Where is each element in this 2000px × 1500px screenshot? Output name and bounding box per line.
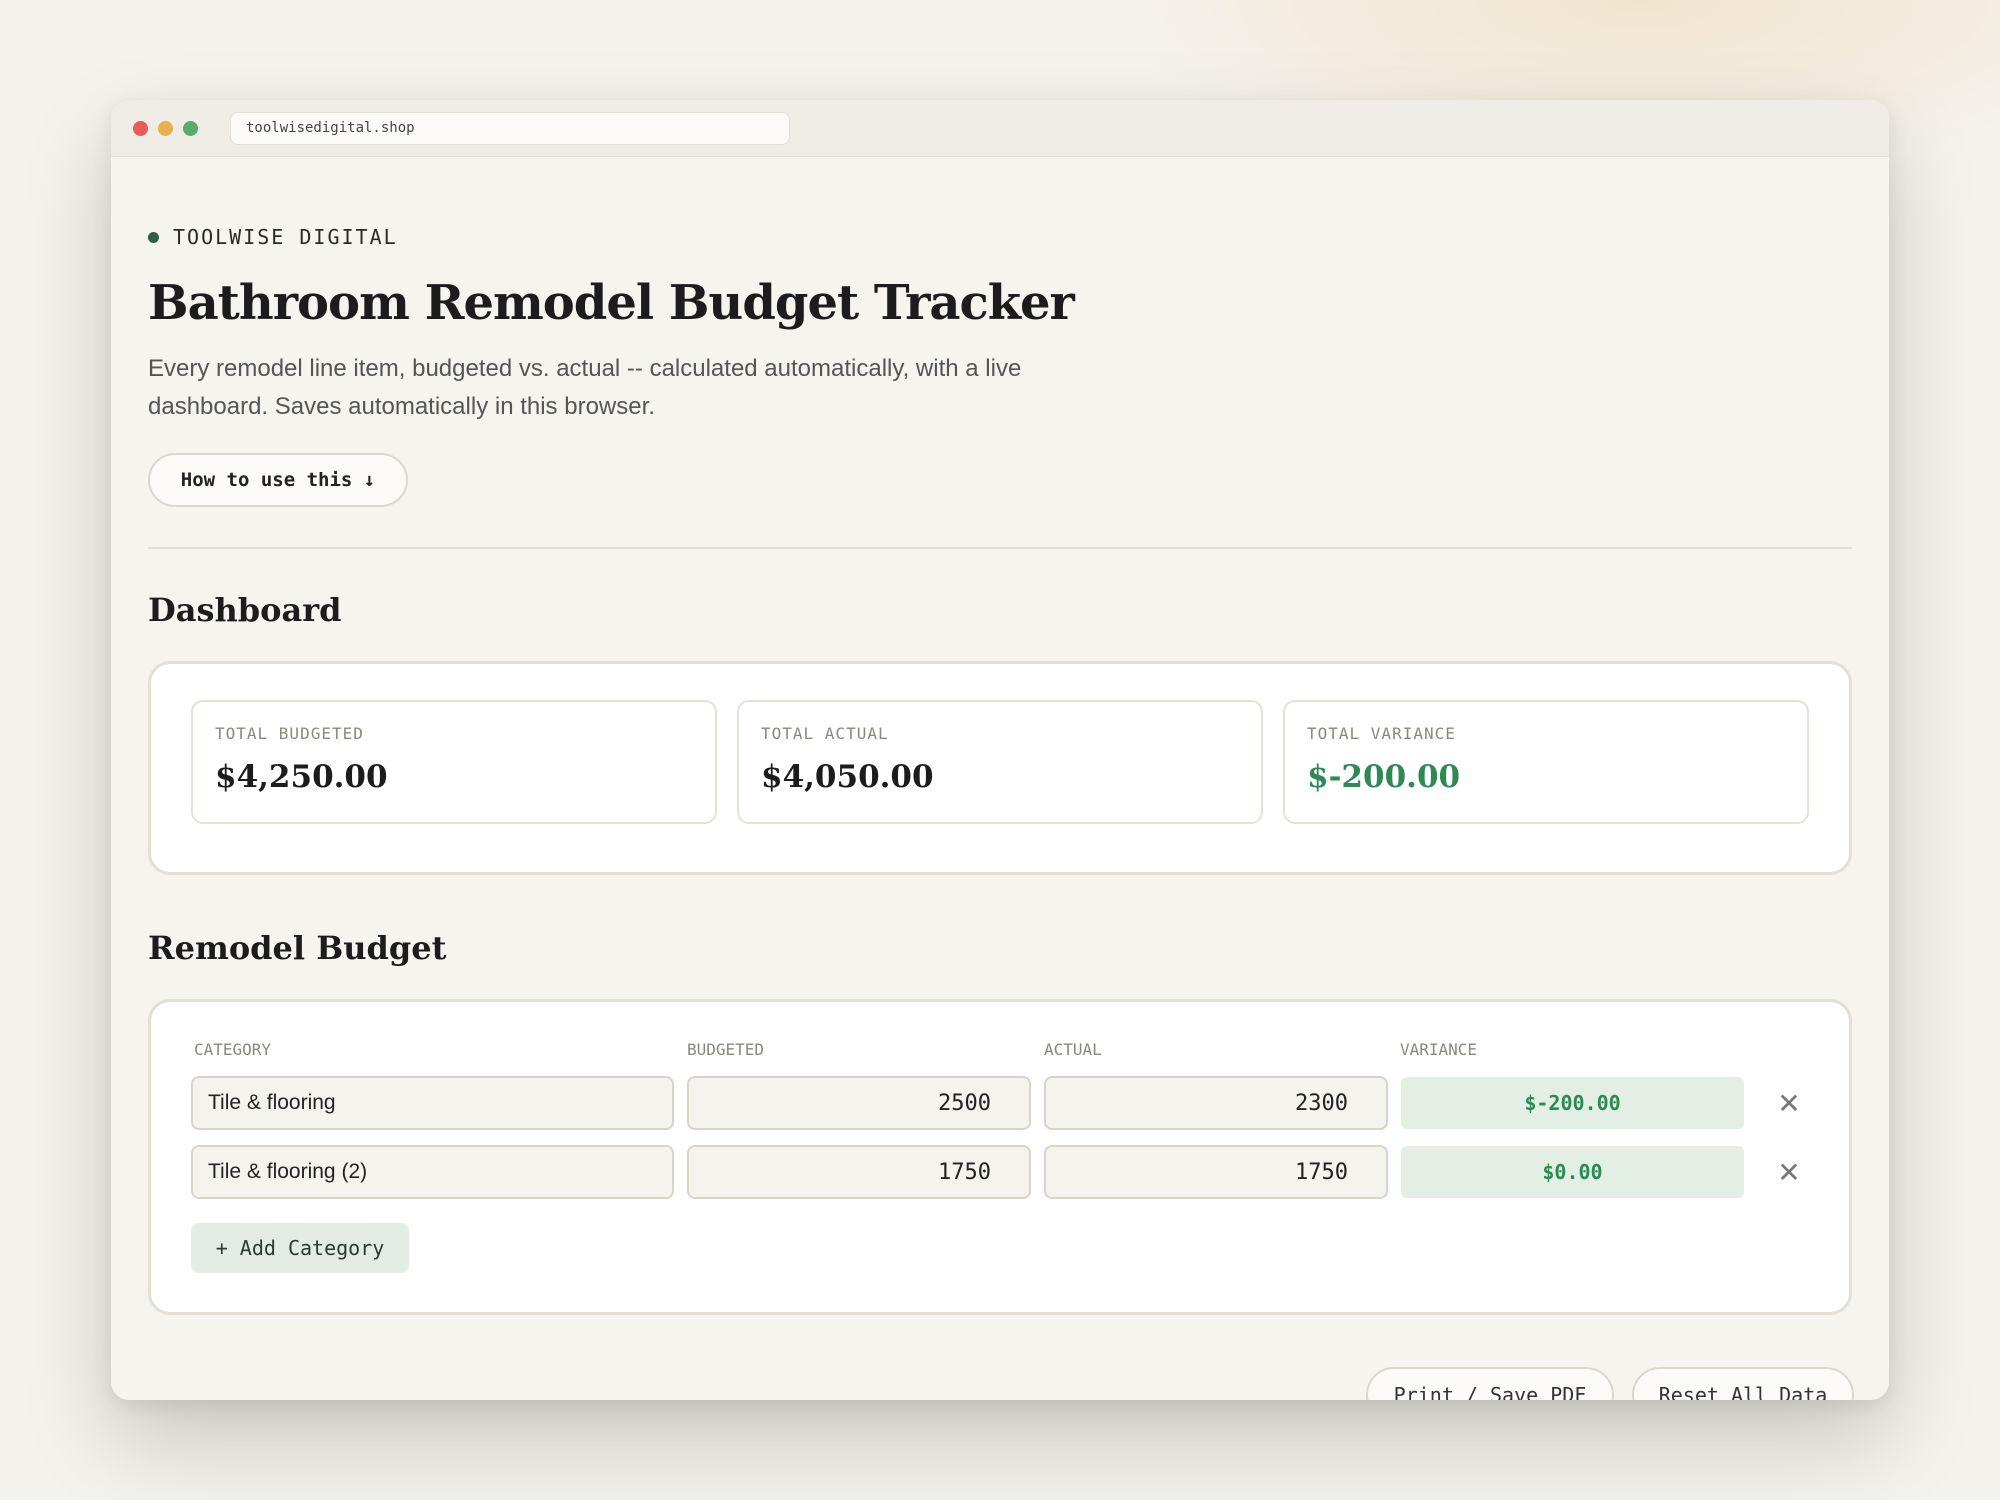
actual-input[interactable]: 1750 [1044, 1145, 1388, 1199]
budget-panel: CATEGORY BUDGETED ACTUAL VARIANCE Tile &… [148, 999, 1852, 1315]
print-save-pdf-button[interactable]: Print / Save PDF [1366, 1367, 1614, 1400]
maximize-window-dot[interactable] [183, 120, 198, 136]
stat-value: $-200.00 [1307, 759, 1461, 795]
stat-label: TOTAL BUDGETED [215, 724, 364, 743]
remodel-budget-heading: Remodel Budget [148, 929, 447, 967]
remove-row-icon[interactable]: ✕ [1774, 1157, 1804, 1188]
how-to-use-button[interactable]: How to use this ↓ [148, 453, 408, 507]
close-window-dot[interactable] [133, 120, 148, 136]
budgeted-input[interactable]: 1750 [687, 1145, 1031, 1199]
column-header-actual: ACTUAL [1044, 1040, 1102, 1059]
page-subtitle: Every remodel line item, budgeted vs. ac… [148, 355, 1022, 420]
dashboard-heading: Dashboard [148, 591, 342, 629]
remove-row-icon[interactable]: ✕ [1774, 1088, 1804, 1119]
stat-value: $4,050.00 [761, 759, 934, 795]
address-bar[interactable]: toolwisedigital.shop [230, 111, 790, 145]
minimize-window-dot[interactable] [158, 120, 173, 136]
actual-input[interactable]: 2300 [1044, 1076, 1388, 1130]
budgeted-input[interactable]: 2500 [687, 1076, 1031, 1130]
brand: TOOLWISE DIGITAL [148, 225, 398, 249]
stat-label: TOTAL VARIANCE [1307, 724, 1456, 743]
category-input[interactable]: Tile & flooring (2) [191, 1145, 674, 1199]
add-category-button[interactable]: + Add Category [191, 1223, 409, 1273]
stat-label: TOTAL ACTUAL [761, 724, 889, 743]
page-content: TOOLWISE DIGITAL Bathroom Remodel Budget… [111, 157, 1889, 1400]
browser-window: toolwisedigital.shop TOOLWISE DIGITAL Ba… [111, 100, 1889, 1400]
reset-all-data-button[interactable]: Reset All Data [1632, 1367, 1854, 1400]
stat-total-actual: TOTAL ACTUAL $4,050.00 [737, 700, 1263, 824]
stat-total-variance: TOTAL VARIANCE $-200.00 [1283, 700, 1809, 824]
brand-name: TOOLWISE DIGITAL [173, 225, 398, 249]
stat-value: $4,250.00 [215, 759, 388, 795]
category-input[interactable]: Tile & flooring [191, 1076, 674, 1130]
column-header-variance: VARIANCE [1400, 1040, 1478, 1059]
brand-dot-icon [148, 231, 159, 243]
page-title: Bathroom Remodel Budget Tracker [148, 275, 1075, 331]
variance-value: $0.00 [1401, 1146, 1744, 1198]
stat-total-budgeted: TOTAL BUDGETED $4,250.00 [191, 700, 717, 824]
column-header-category: CATEGORY [194, 1040, 272, 1059]
browser-titlebar: toolwisedigital.shop [111, 100, 1889, 157]
variance-value: $-200.00 [1401, 1077, 1744, 1129]
section-divider [148, 547, 1852, 549]
column-header-budgeted: BUDGETED [687, 1040, 765, 1059]
dashboard-panel: TOTAL BUDGETED $4,250.00 TOTAL ACTUAL $4… [148, 661, 1852, 875]
